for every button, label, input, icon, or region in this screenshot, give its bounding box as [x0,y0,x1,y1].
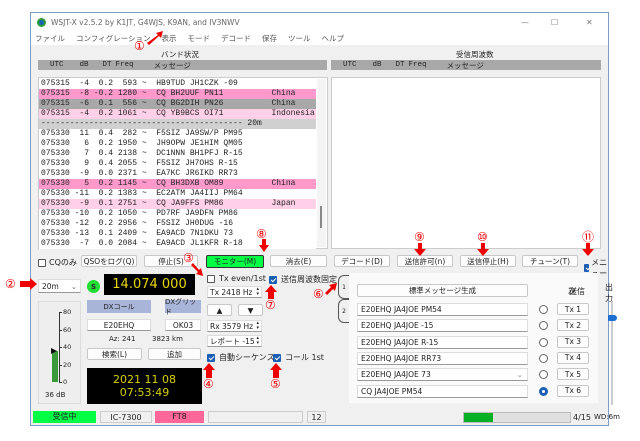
annotation-11: ⑪ [582,230,595,244]
annotation-8: ⑧ [256,227,267,241]
annotation-5: ⑤ [270,377,281,391]
annotation-3: ③ [183,251,194,265]
arrow-5 [270,363,282,378]
annotation-7: ⑦ [265,298,276,312]
annotation-10: ⑩ [477,230,488,244]
arrow-2 [20,278,37,290]
annotation-2: ② [5,277,16,291]
arrow-9 [414,243,426,256]
arrow-4 [203,363,215,378]
annotation-arrows [20,31,594,378]
arrow-1 [147,31,163,45]
annotation-1: ① [134,39,145,53]
arrow-7 [265,285,277,299]
annotation-6: ⑥ [313,287,324,301]
annotation-4: ④ [203,377,214,391]
arrow-11 [582,243,594,256]
annotation-9: ⑨ [414,230,425,244]
arrow-10 [477,243,489,256]
arrow-6 [325,283,337,295]
